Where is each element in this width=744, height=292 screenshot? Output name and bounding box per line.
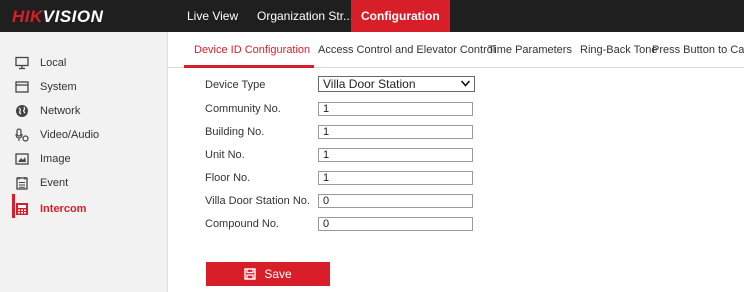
compound-no-label: Compound No. xyxy=(205,218,279,230)
sidebar-item-label: Video/Audio xyxy=(40,129,100,141)
intercom-icon xyxy=(14,201,30,217)
device-type-select[interactable]: Villa Door Station xyxy=(318,76,475,92)
unit-no-input[interactable] xyxy=(318,148,473,162)
sidebar-item-intercom[interactable]: Intercom xyxy=(14,199,164,219)
compound-no-input[interactable] xyxy=(318,217,473,231)
villa-door-station-no-input[interactable] xyxy=(318,194,473,208)
nav-organization-structure[interactable]: Organization Str... xyxy=(247,0,363,32)
sidebar-item-label: Local xyxy=(40,57,67,69)
system-icon xyxy=(14,79,30,95)
tab-bar: Device ID Configuration Access Control a… xyxy=(168,32,744,68)
active-tab-underline xyxy=(184,65,314,68)
sidebar-item-local[interactable]: Local xyxy=(14,53,164,73)
save-button[interactable]: Save xyxy=(206,262,330,286)
device-type-label: Device Type xyxy=(205,79,266,91)
event-icon xyxy=(14,175,30,191)
sidebar-item-event[interactable]: Event xyxy=(14,173,164,193)
sidebar-item-system[interactable]: System xyxy=(14,77,164,97)
floor-no-label: Floor No. xyxy=(205,172,251,184)
tab-access-control-elevator-control[interactable]: Access Control and Elevator Control xyxy=(318,44,495,56)
sidebar-item-network[interactable]: Network xyxy=(14,101,164,121)
globe-icon xyxy=(14,103,30,119)
tab-ring-back-tone[interactable]: Ring-Back Tone xyxy=(580,44,657,56)
unit-no-label: Unit No. xyxy=(205,149,245,161)
hikvision-logo: HIKVISION xyxy=(12,7,104,26)
monitor-icon xyxy=(14,55,30,71)
nav-live-view[interactable]: Live View xyxy=(177,0,248,32)
sidebar-item-label: Event xyxy=(40,177,69,189)
sidebar-item-label: Network xyxy=(40,105,81,117)
sidebar-item-image[interactable]: Image xyxy=(14,149,164,169)
community-no-input[interactable] xyxy=(318,102,473,116)
image-icon xyxy=(14,151,30,167)
sidebar-item-label: System xyxy=(40,81,77,93)
tab-press-button-to-call[interactable]: Press Button to Ca xyxy=(652,44,744,56)
floppy-disk-icon xyxy=(244,268,257,280)
sidebar-item-label: Image xyxy=(40,153,71,165)
video-audio-icon xyxy=(14,127,30,143)
tab-time-parameters[interactable]: Time Parameters xyxy=(488,44,572,56)
villa-door-station-no-label: Villa Door Station No. xyxy=(205,195,310,207)
sidebar-item-video-audio[interactable]: Video/Audio xyxy=(14,125,164,145)
chevron-down-icon xyxy=(460,78,471,92)
building-no-input[interactable] xyxy=(318,125,473,139)
top-bar: HIKVISION Live View Organization Str... … xyxy=(0,0,744,32)
nav-configuration[interactable]: Configuration xyxy=(351,0,450,32)
tab-device-id-configuration[interactable]: Device ID Configuration xyxy=(194,44,310,56)
building-no-label: Building No. xyxy=(205,126,265,138)
sidebar-active-indicator xyxy=(12,194,15,218)
sidebar: Local System Network Video/Audio Image E… xyxy=(0,32,168,292)
save-button-label: Save xyxy=(264,267,292,281)
floor-no-input[interactable] xyxy=(318,171,473,185)
sidebar-item-label: Intercom xyxy=(40,203,87,215)
community-no-label: Community No. xyxy=(205,103,281,115)
device-type-value: Villa Door Station xyxy=(323,77,416,91)
